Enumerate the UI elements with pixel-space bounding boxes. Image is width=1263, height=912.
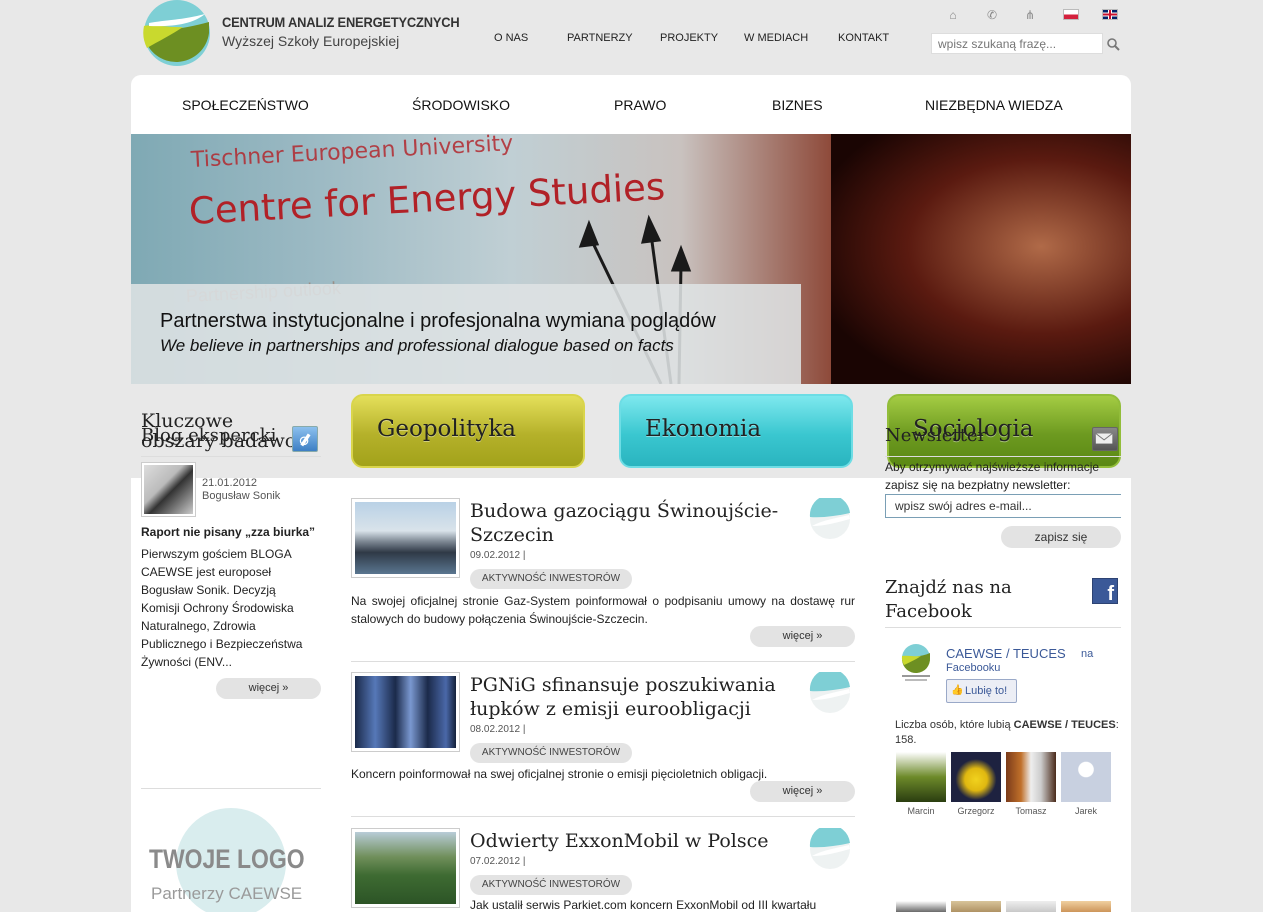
pen-icon[interactable] <box>292 426 318 452</box>
blog-post-title[interactable]: Raport nie pisany „zza biurka” <box>141 525 315 539</box>
nav-kontakt[interactable]: KONTAKT <box>838 32 889 44</box>
home-icon[interactable]: ⌂ <box>945 8 961 22</box>
article-more-button[interactable]: więcej » <box>750 626 855 647</box>
article-tag[interactable]: AKTYWNOŚĆ INWESTORÓW <box>470 875 632 895</box>
category-biznes[interactable]: BIZNES <box>772 97 823 113</box>
blog-author[interactable]: Bogusław Sonik <box>202 490 280 502</box>
fan-name: Tomasz <box>1015 806 1047 816</box>
hero-caption: Partnerstwa instytucjonalne i profesjona… <box>131 284 801 384</box>
facebook-fan-count: Liczba osób, które lubią CAEWSE / TEUCES… <box>895 719 1119 746</box>
hero-subtitle: We believe in partnerships and professio… <box>160 336 674 355</box>
caewse-badge-icon <box>809 672 850 713</box>
article-thumbnail[interactable] <box>351 828 460 908</box>
caewse-fb-page-logo-icon[interactable] <box>899 643 933 683</box>
category-niezbedna-wiedza[interactable]: NIEZBĘDNA WIEDZA <box>925 97 1063 113</box>
main-content: SPOŁECZEŃSTWO ŚRODOWISKO PRAWO BIZNES NI… <box>131 75 1131 912</box>
hero-title: Partnerstwa instytucjonalne i profesjona… <box>160 310 716 332</box>
fan-avatar[interactable] <box>951 901 1001 912</box>
newsletter-subscribe-button[interactable]: zapisz się <box>1001 526 1121 548</box>
sitemap-icon[interactable]: ⋔ <box>1022 8 1038 22</box>
newsletter-description: Aby otrzymywać najświeższe informacje za… <box>885 460 1100 492</box>
fan-avatar <box>951 752 1001 802</box>
article-excerpt: Jak ustalił serwis Parkiet.com koncern E… <box>470 898 817 912</box>
divider <box>351 661 855 662</box>
article-date: 08.02.2012 | <box>470 724 526 735</box>
fan-avatar[interactable] <box>1006 901 1056 912</box>
blog-more-button[interactable]: więcej » <box>216 678 321 699</box>
article-tag[interactable]: AKTYWNOŚĆ INWESTORÓW <box>470 569 632 589</box>
org-name: CENTRUM ANALIZ ENERGETYCZNYCH <box>222 14 460 30</box>
blog-date: 21.01.2012 <box>202 477 258 489</box>
search-input[interactable] <box>931 33 1103 54</box>
fan-name: Grzegorz <box>957 806 995 816</box>
article-item: Budowa gazociągu Świnoujście-Szczecin 09… <box>351 498 855 662</box>
envelope-icon[interactable] <box>1092 427 1118 451</box>
article-thumbnail[interactable] <box>351 498 460 578</box>
facebook-title: Znajdź nas na Facebook <box>885 577 1012 622</box>
article-excerpt: Na swojej oficjalnej stronie Gaz-System … <box>351 594 855 626</box>
nav-o-nas[interactable]: O NAS <box>494 32 528 44</box>
article-tag[interactable]: AKTYWNOŚĆ INWESTORÓW <box>470 743 632 763</box>
caewse-badge-icon <box>809 828 850 869</box>
fan-name: Marcin <box>907 806 935 816</box>
article-item: PGNiG sfinansuje poszukiwania łupków z e… <box>351 672 855 817</box>
divider <box>885 456 1121 457</box>
article-item: Odwierty ExxonMobil w Polsce 07.02.2012 … <box>351 828 855 912</box>
divider <box>141 788 321 789</box>
search-icon[interactable] <box>1106 37 1120 51</box>
blog-title: Blog ekspercki <box>141 425 277 446</box>
nav-partnerzy[interactable]: PARTNERZY <box>567 32 633 44</box>
area-geopolityka-button[interactable]: Geopolityka <box>351 394 585 468</box>
newsletter-title: Newsletter <box>885 425 987 446</box>
article-title[interactable]: Odwierty ExxonMobil w Polsce <box>470 829 790 853</box>
facebook-page-name[interactable]: CAEWSE / TEUCES <box>946 646 1066 661</box>
divider <box>885 627 1121 628</box>
divider <box>351 816 855 817</box>
article-title[interactable]: Budowa gazociągu Świnoujście-Szczecin <box>470 499 790 547</box>
fan-avatar[interactable] <box>1061 901 1111 912</box>
divider <box>141 456 321 457</box>
nav-projekty[interactable]: PROJEKTY <box>660 32 718 44</box>
partner-logo-subtext: Partnerzy CAEWSE <box>151 884 303 903</box>
newsletter-email-input[interactable] <box>885 494 1121 518</box>
caewse-logo-icon[interactable] <box>143 0 211 66</box>
facebook-icon[interactable]: f <box>1092 578 1118 605</box>
article-title[interactable]: PGNiG sfinansuje poszukiwania łupków z e… <box>470 673 790 721</box>
area-ekonomia-button[interactable]: Ekonomia <box>619 394 853 468</box>
partner-logo-text: TWOJE LOGO <box>149 844 305 874</box>
facebook-like-button[interactable]: 👍 Lubię to! <box>946 679 1017 703</box>
thumbs-up-icon: 👍 <box>951 685 964 696</box>
facebook-on-label: na <box>1081 648 1094 660</box>
fan-avatar-default <box>1061 752 1111 802</box>
org-subtitle: Wyższej Szkoły Europejskiej <box>222 33 400 49</box>
caewse-badge-icon <box>809 498 850 539</box>
hero-banner[interactable]: Tischner European University Centre for … <box>131 134 1131 384</box>
blog-excerpt: Pierwszym gościem BLOGA CAEWSE jest euro… <box>141 547 303 669</box>
hero-photo-figure <box>831 134 1131 384</box>
blog-author-photo[interactable] <box>141 462 196 517</box>
article-date: 09.02.2012 | <box>470 550 526 561</box>
category-spoleczenstwo[interactable]: SPOŁECZEŃSTWO <box>182 97 309 113</box>
flag-en-icon[interactable] <box>1102 9 1118 20</box>
hero-photo-text-university: Tischner European University <box>190 134 514 173</box>
article-more-button[interactable]: więcej » <box>750 781 855 802</box>
article-date: 07.02.2012 | <box>470 856 526 867</box>
phone-icon[interactable]: ✆ <box>984 8 1000 22</box>
category-srodowisko[interactable]: ŚRODOWISKO <box>412 97 510 113</box>
partner-logo-placeholder[interactable]: TWOJE LOGO Partnerzy CAEWSE <box>141 800 321 912</box>
nav-w-mediach[interactable]: W MEDIACH <box>744 32 808 44</box>
fan-avatar[interactable] <box>896 901 946 912</box>
flag-pl-icon[interactable] <box>1063 9 1079 20</box>
category-prawo[interactable]: PRAWO <box>614 97 666 113</box>
facebook-link[interactable]: Facebooku <box>946 662 1000 674</box>
fan-avatar <box>896 752 946 802</box>
fan-avatar <box>1006 752 1056 802</box>
article-thumbnail[interactable] <box>351 672 460 752</box>
fan-name: Jarek <box>1074 806 1097 816</box>
